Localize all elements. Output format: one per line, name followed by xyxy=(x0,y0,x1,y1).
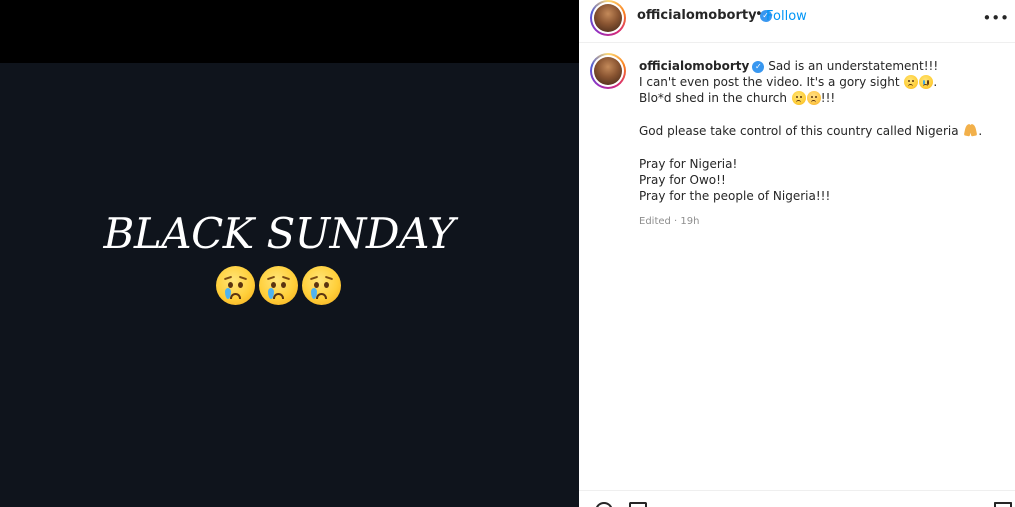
caption-line-2-suffix: . xyxy=(933,75,938,89)
sobbing-face-icon xyxy=(919,75,934,89)
header-separator: • xyxy=(755,7,763,22)
caption-line-4: God please take control of this country … xyxy=(639,124,959,138)
post-media[interactable]: BLACK SUNDAY xyxy=(0,0,579,507)
action-bar xyxy=(579,490,1015,507)
username-text[interactable]: officialomoborty xyxy=(637,8,757,23)
caption-avatar[interactable] xyxy=(590,53,626,89)
sad-face-icon xyxy=(904,75,919,89)
caption-line-3-suffix: !!! xyxy=(820,91,836,105)
image-headline: BLACK SUNDAY xyxy=(103,209,455,258)
verified-badge-icon: ✓ xyxy=(752,61,765,73)
post-header: officialomoborty ✓ • Follow ••• xyxy=(579,0,1015,43)
post-timestamp[interactable]: Edited · 19h xyxy=(639,216,699,227)
post-caption: officialomoborty ✓ Sad is an understateme… xyxy=(639,58,1005,204)
more-options-icon[interactable]: ••• xyxy=(982,9,1009,27)
post-side-panel: officialomoborty ✓ • Follow ••• officialo… xyxy=(579,0,1015,507)
praying-hands-icon xyxy=(964,124,978,137)
caption-line-3: Blo*d shed in the church xyxy=(639,91,787,105)
caption-line-2: I can't even post the video. It's a gory… xyxy=(639,75,900,89)
caption-username[interactable]: officialomoborty xyxy=(639,59,749,73)
crying-face-icon xyxy=(302,266,341,305)
crying-face-icon xyxy=(216,266,255,305)
caption-line-1: Sad is an understatement!!! xyxy=(768,59,939,73)
caption-line-5: Pray for Nigeria! xyxy=(639,157,738,171)
sad-face-icon xyxy=(791,91,806,105)
avatar[interactable] xyxy=(590,0,626,36)
follow-button[interactable]: Follow xyxy=(766,9,807,24)
header-username[interactable]: officialomoborty ✓ xyxy=(637,8,772,23)
crying-emoji-row xyxy=(216,266,341,305)
heart-icon[interactable] xyxy=(595,502,613,507)
crying-face-icon xyxy=(259,266,298,305)
bookmark-icon[interactable] xyxy=(994,502,1012,507)
caption-line-4-suffix: . xyxy=(978,124,983,138)
caption-line-7: Pray for the people of Nigeria!!! xyxy=(639,189,831,203)
comment-icon[interactable] xyxy=(629,502,647,507)
flushed-face-icon xyxy=(806,91,821,105)
post-viewer: BLACK SUNDAY officialomoborty ✓ • Follow… xyxy=(0,0,1015,507)
post-image[interactable]: BLACK SUNDAY xyxy=(0,63,579,507)
caption-line-6: Pray for Owo!! xyxy=(639,173,726,187)
media-letterbox-top xyxy=(0,0,579,63)
